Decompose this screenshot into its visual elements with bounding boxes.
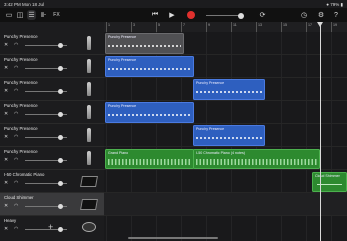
settings-icon[interactable]: ⚙ (317, 10, 325, 20)
track-header[interactable]: Punchy Presence ✕ ◠ (0, 124, 104, 147)
headphones-icon[interactable]: ◠ (14, 42, 20, 48)
track-name: Punchy Presence (4, 57, 38, 62)
help-icon[interactable]: ? (332, 10, 340, 20)
track-name: Punchy Presence (4, 103, 38, 108)
my-songs-icon[interactable]: ▭ (5, 10, 13, 20)
headphones-icon[interactable]: ◠ (14, 88, 20, 94)
loop-icon[interactable]: ⟳ (258, 10, 267, 20)
fx-button[interactable]: FX (52, 10, 61, 20)
midi-region[interactable]: I-50 Chromatic Piano (4 notes) (193, 149, 320, 169)
track-name: Punchy Presence (4, 34, 38, 39)
audio-region[interactable]: Punchy Presence (105, 33, 184, 54)
track-headers: Punchy Presence ✕ ◠ Punchy Presence ✕ ◠ … (0, 22, 104, 241)
playhead[interactable] (320, 22, 321, 241)
mute-icon[interactable]: ✕ (4, 226, 10, 232)
track-volume-knob[interactable] (58, 111, 63, 117)
mixer-icon[interactable]: ⊪ (39, 10, 48, 20)
ruler-tick: 17 (306, 22, 312, 32)
control-bar: ▭ ◫ ☰ ⊪ FX ⏮ ▶ ⟳ ◷ ⚙ ? (0, 8, 347, 22)
mic-icon (80, 125, 98, 145)
record-icon[interactable] (187, 11, 195, 19)
track-volume-knob[interactable] (58, 180, 63, 186)
track-header[interactable]: Punchy Presence ✕ ◠ (0, 32, 104, 55)
tracks-area[interactable]: Punchy Presence Punchy Presence Punchy P… (104, 32, 347, 241)
track-volume-knob[interactable] (58, 226, 63, 232)
ruler-tick: 19 (331, 22, 337, 32)
ruler-tick: 5 (156, 22, 160, 32)
mic-icon (80, 56, 98, 76)
track-volume-knob[interactable] (58, 65, 63, 71)
audio-region[interactable]: Punchy Presence (193, 125, 265, 146)
mic-icon (80, 33, 98, 53)
audio-region[interactable]: Punchy Presence (105, 56, 194, 77)
mute-icon[interactable]: ✕ (4, 88, 10, 94)
ruler-tick: 7 (181, 22, 185, 32)
ruler-tick: 3 (131, 22, 135, 32)
headphones-icon[interactable]: ◠ (14, 226, 20, 232)
ruler-tick: 1 (106, 22, 110, 32)
headphones-icon[interactable]: ◠ (14, 157, 20, 163)
mute-icon[interactable]: ✕ (4, 42, 10, 48)
track-volume-knob[interactable] (58, 157, 63, 163)
mic-icon (80, 79, 98, 99)
ruler-tick: 15 (281, 22, 287, 32)
headphones-icon[interactable]: ◠ (14, 65, 20, 71)
ruler-tick: 9 (206, 22, 210, 32)
play-icon[interactable]: ▶ (168, 10, 176, 20)
track-volume-knob[interactable] (58, 88, 63, 94)
browser-icon[interactable]: ◫ (16, 10, 24, 20)
mic-icon (80, 102, 98, 122)
track-name: Punchy Presence (4, 149, 38, 154)
track-header[interactable]: I-50 Chromatic Piano ✕ ◠ (0, 170, 104, 193)
track-header[interactable]: Punchy Presence ✕ ◠ (0, 55, 104, 78)
audio-region[interactable]: Punchy Presence (193, 79, 265, 100)
status-battery: ● 79% ▮ (326, 1, 343, 7)
go-to-start-icon[interactable]: ⏮ (151, 10, 159, 20)
drums-icon (80, 217, 98, 237)
mute-icon[interactable]: ✕ (4, 157, 10, 163)
status-bar: 3:42 PM Mon 18 Jul ● 79% ▮ (0, 0, 347, 8)
mute-icon[interactable]: ✕ (4, 203, 10, 209)
track-name: Punchy Presence (4, 126, 38, 131)
track-volume-knob[interactable] (58, 134, 63, 140)
mute-icon[interactable]: ✕ (4, 65, 10, 71)
track-header[interactable]: Punchy Presence ✕ ◠ (0, 147, 104, 170)
home-indicator (128, 237, 218, 239)
status-time: 3:42 PM Mon 18 Jul (4, 1, 45, 7)
track-name: Heavy (4, 218, 17, 223)
master-volume-knob[interactable] (238, 12, 244, 19)
mute-icon[interactable]: ✕ (4, 180, 10, 186)
master-volume-slider[interactable] (206, 15, 241, 16)
mute-icon[interactable]: ✕ (4, 111, 10, 117)
metronome-icon[interactable]: ◷ (300, 10, 308, 20)
audio-region[interactable]: Punchy Presence (105, 102, 194, 123)
track-volume-knob[interactable] (58, 42, 63, 48)
headphones-icon[interactable]: ◠ (14, 134, 20, 140)
track-volume-knob[interactable] (58, 203, 63, 209)
ruler-tick: 11 (231, 22, 237, 32)
midi-region[interactable]: Cloud Shimmer (312, 172, 347, 192)
mute-icon[interactable]: ✕ (4, 134, 10, 140)
headphones-icon[interactable]: ◠ (14, 180, 20, 186)
track-header-selected[interactable]: Cloud Shimmer ✕ ◠ (0, 193, 104, 216)
headphones-icon[interactable]: ◠ (14, 111, 20, 117)
keyboard-icon (80, 171, 98, 191)
headphones-icon[interactable]: ◠ (14, 203, 20, 209)
track-header[interactable]: Punchy Presence ✕ ◠ (0, 78, 104, 101)
tracks-view-icon[interactable]: ☰ (27, 10, 36, 20)
midi-region[interactable]: Grand Piano (105, 149, 194, 169)
track-name: I-50 Chromatic Piano (4, 172, 45, 177)
ruler-tick: 13 (256, 22, 262, 32)
mic-icon (80, 148, 98, 168)
track-name: Cloud Shimmer (4, 195, 34, 200)
keyboard-icon (80, 194, 98, 214)
track-name: Punchy Presence (4, 80, 38, 85)
add-track-button[interactable]: + (48, 222, 53, 232)
track-header[interactable]: Punchy Presence ✕ ◠ (0, 101, 104, 124)
